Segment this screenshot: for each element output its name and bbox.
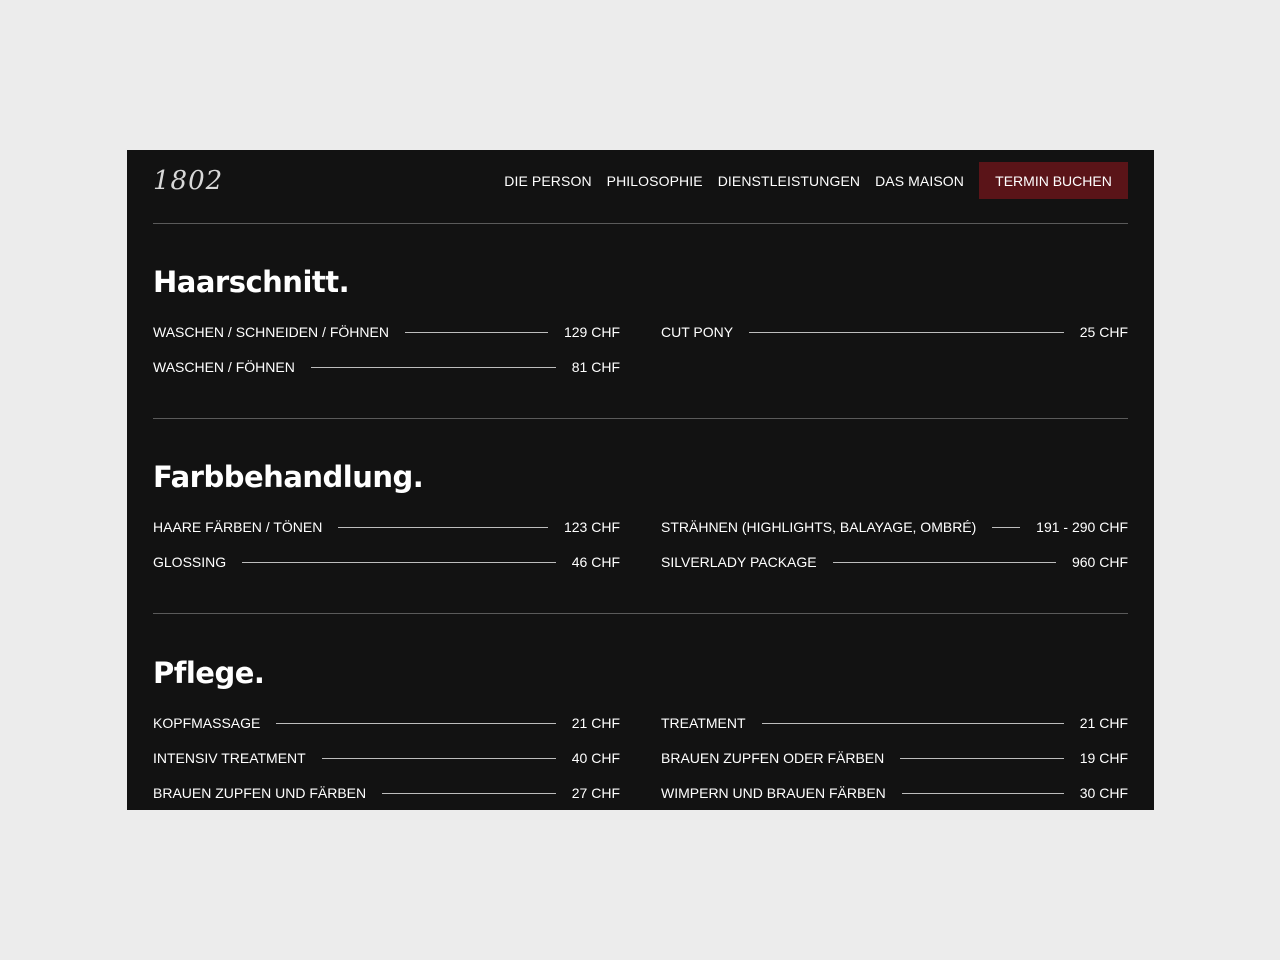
termin-buchen-button[interactable]: TERMIN BUCHEN	[979, 162, 1128, 199]
price-row: WASCHEN / FÖHNEN 81 CHF	[153, 358, 620, 376]
logo[interactable]: 1802	[153, 168, 223, 194]
item-name: TREATMENT	[661, 715, 746, 731]
price-row: INTENSIV TREATMENT 40 CHF	[153, 749, 620, 767]
section-haarschnitt: Haarschnitt. WASCHEN / SCHNEIDEN / FÖHNE…	[153, 265, 1128, 376]
price-row: SILVERLADY PACKAGE 960 CHF	[661, 553, 1128, 571]
item-name: SILVERLADY PACKAGE	[661, 554, 817, 570]
item-price: 81 CHF	[571, 359, 620, 375]
item-price: 19 CHF	[1079, 750, 1128, 766]
item-name: WIMPERN UND BRAUEN FÄRBEN	[661, 785, 886, 801]
item-price: 123 CHF	[563, 519, 620, 535]
price-list-panel: 1802 DIE PERSON PHILOSOPHIE DIENSTLEISTU…	[127, 150, 1154, 810]
leader-line	[321, 757, 556, 759]
section-farbbehandlung: Farbbehandlung. HAARE FÄRBEN / TÖNEN 123…	[153, 460, 1128, 571]
leader-line	[832, 561, 1056, 563]
price-row: STRÄHNEN (HIGHLIGHTS, BALAYAGE, OMBRÉ) 1…	[661, 518, 1128, 536]
price-row: GLOSSING 46 CHF	[153, 553, 620, 571]
divider	[153, 418, 1128, 419]
section-title: Farbbehandlung.	[153, 460, 424, 494]
section-title: Haarschnitt.	[153, 265, 350, 299]
section-title: Pflege.	[153, 656, 265, 690]
divider	[153, 223, 1128, 224]
section-pflege: Pflege. KOPFMASSAGE 21 CHF TREATMENT 21 …	[153, 656, 1128, 802]
nav-die-person[interactable]: DIE PERSON	[504, 173, 591, 189]
price-row: BRAUEN ZUPFEN UND FÄRBEN 27 CHF	[153, 784, 620, 802]
item-price: 21 CHF	[1079, 715, 1128, 731]
leader-line	[382, 792, 556, 794]
item-price: 30 CHF	[1079, 785, 1128, 801]
item-price: 21 CHF	[571, 715, 620, 731]
price-row: CUT PONY 25 CHF	[661, 323, 1128, 341]
item-name: CUT PONY	[661, 324, 734, 340]
leader-line	[242, 561, 556, 563]
leader-line	[901, 792, 1064, 794]
item-price: 25 CHF	[1079, 324, 1128, 340]
leader-line	[338, 526, 548, 528]
item-name: BRAUEN ZUPFEN UND FÄRBEN	[153, 785, 367, 801]
price-row: WASCHEN / SCHNEIDEN / FÖHNEN 129 CHF	[153, 323, 620, 341]
item-name: GLOSSING	[153, 554, 227, 570]
nav-philosophie[interactable]: PHILOSOPHIE	[607, 173, 703, 189]
item-price: 129 CHF	[563, 324, 620, 340]
item-name: WASCHEN / FÖHNEN	[153, 359, 295, 375]
nav-dienstleistungen[interactable]: DIENSTLEISTUNGEN	[718, 173, 860, 189]
leader-line	[276, 722, 556, 724]
site-header: 1802 DIE PERSON PHILOSOPHIE DIENSTLEISTU…	[153, 162, 1128, 199]
item-name: INTENSIV TREATMENT	[153, 750, 306, 766]
item-name: HAARE FÄRBEN / TÖNEN	[153, 519, 323, 535]
item-price: 27 CHF	[571, 785, 620, 801]
item-name: KOPFMASSAGE	[153, 715, 261, 731]
leader-line	[310, 366, 556, 368]
leader-line	[992, 526, 1021, 528]
price-row: WIMPERN UND BRAUEN FÄRBEN 30 CHF	[661, 784, 1128, 802]
nav-das-maison[interactable]: DAS MAISON	[875, 173, 964, 189]
item-price: 191 - 290 CHF	[1036, 519, 1128, 535]
item-name: WASCHEN / SCHNEIDEN / FÖHNEN	[153, 324, 389, 340]
item-name: STRÄHNEN (HIGHLIGHTS, BALAYAGE, OMBRÉ)	[661, 519, 977, 535]
leader-line	[749, 331, 1064, 333]
divider	[153, 613, 1128, 614]
price-row: BRAUEN ZUPFEN ODER FÄRBEN 19 CHF	[661, 749, 1128, 767]
item-price: 40 CHF	[571, 750, 620, 766]
price-row: HAARE FÄRBEN / TÖNEN 123 CHF	[153, 518, 620, 536]
leader-line	[761, 722, 1064, 724]
leader-line	[900, 757, 1064, 759]
price-row: TREATMENT 21 CHF	[661, 714, 1128, 732]
price-row: KOPFMASSAGE 21 CHF	[153, 714, 620, 732]
item-name: BRAUEN ZUPFEN ODER FÄRBEN	[661, 750, 885, 766]
item-price: 46 CHF	[571, 554, 620, 570]
leader-line	[404, 331, 548, 333]
main-nav: DIE PERSON PHILOSOPHIE DIENSTLEISTUNGEN …	[489, 162, 1128, 199]
item-price: 960 CHF	[1071, 554, 1128, 570]
